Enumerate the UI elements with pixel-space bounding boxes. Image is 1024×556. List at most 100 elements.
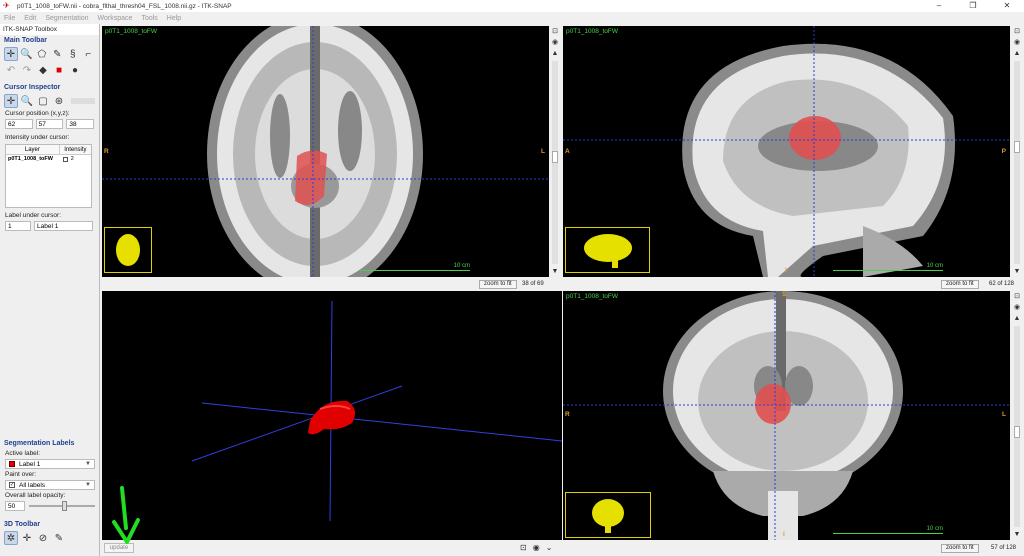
expand-icon[interactable] <box>62 157 68 162</box>
segmentation-labels-section: Segmentation Labels Active label: Label … <box>0 438 100 546</box>
maximize-button[interactable]: ❐ <box>956 0 990 12</box>
paint-over-value: All labels <box>19 481 46 489</box>
polygon-tool-icon[interactable]: ⬠ <box>35 47 48 61</box>
sagittal-thumbnail[interactable] <box>565 227 650 273</box>
opacity-input[interactable]: 50 <box>5 501 25 511</box>
toolbox-title: ITK-SNAP Toolbox <box>0 24 99 35</box>
intensity-label: Intensity under cursor: <box>5 134 70 141</box>
inspector-slider[interactable] <box>71 98 95 104</box>
sagittal-side-controls: ⊡ ◉ ▲ ▼ <box>1011 26 1023 277</box>
sagittal-slice-scrollbar[interactable] <box>1014 61 1020 264</box>
cursor-x-field[interactable]: 62 <box>5 119 33 129</box>
cursor-position-fields: 62 57 38 <box>0 118 99 130</box>
opacity-slider-knob[interactable] <box>62 501 67 511</box>
label-name-field[interactable]: Label 1 <box>34 221 93 231</box>
menu-help[interactable]: Help <box>167 15 181 22</box>
axial-chevron-down-icon[interactable]: ▼ <box>552 266 559 277</box>
active-label-select[interactable]: Label 1 ▼ <box>5 459 95 469</box>
sagittal-chevron-down-icon[interactable]: ▼ <box>1014 266 1021 277</box>
coronal-orient-right: L <box>1002 411 1006 418</box>
3d-view[interactable] <box>102 291 562 540</box>
sagittal-layout-icon[interactable]: ⊡ <box>1014 26 1020 37</box>
sagittal-view[interactable]: p0T1_1008_toFW A P I 10 cm <box>563 26 1010 277</box>
3d-view-controls: ⊡ ◉ ⌄ <box>520 543 552 552</box>
crosshair-3d-icon[interactable]: ✛ <box>20 531 34 545</box>
coronal-chevron-up-icon[interactable]: ▲ <box>1014 313 1021 324</box>
coronal-layout-icon[interactable]: ⊡ <box>1014 291 1020 302</box>
zoom-tool-icon[interactable]: 🔍 <box>20 47 33 61</box>
minimize-button[interactable]: – <box>922 0 956 12</box>
layers-icon[interactable]: ◆ <box>36 63 50 77</box>
cursor-y-field[interactable]: 57 <box>35 119 64 129</box>
redo-icon[interactable]: ↷ <box>20 63 34 77</box>
3d-layout-icon[interactable]: ⊡ <box>520 543 527 552</box>
sagittal-layer-name: p0T1_1008_toFW <box>566 28 619 35</box>
menu-tools[interactable]: Tools <box>141 15 157 22</box>
axial-scroll-thumb[interactable] <box>552 151 558 163</box>
paintbrush-tool-icon[interactable]: ✎ <box>51 47 64 61</box>
spray-icon[interactable]: ✎ <box>52 531 66 545</box>
3d-render <box>191 300 562 522</box>
annotation-tool-icon[interactable]: ⌐ <box>82 47 95 61</box>
cursor-z-field[interactable]: 38 <box>66 119 95 129</box>
coronal-thumbnail[interactable] <box>565 492 651 538</box>
title-bar: ✈ p0T1_1008_toFW.nii - cobra_flthal_thre… <box>0 0 1024 12</box>
menu-file[interactable]: File <box>4 15 15 22</box>
axial-camera-icon[interactable]: ◉ <box>552 37 558 48</box>
3d-chevron-down-icon[interactable]: ⌄ <box>546 543 553 552</box>
coronal-camera-icon[interactable]: ◉ <box>1014 302 1020 313</box>
axial-scale-line <box>360 270 470 271</box>
3d-camera-icon[interactable]: ◉ <box>533 543 540 552</box>
sagittal-chevron-up-icon[interactable]: ▲ <box>1014 48 1021 59</box>
snake-tool-icon[interactable]: § <box>66 47 79 61</box>
label-color-swatch <box>9 461 15 467</box>
axial-view[interactable]: p0T1_1008_toFW R L 10 cm <box>102 26 549 277</box>
label-color-icon[interactable]: ■ <box>52 63 66 77</box>
axial-thumbnail-image <box>116 234 140 266</box>
menu-bar: File Edit Segmentation Workspace Tools H… <box>0 12 1024 24</box>
intensity-value: 2 <box>70 156 74 162</box>
sync-icon[interactable]: ⊛ <box>52 94 66 108</box>
axial-slice-scrollbar[interactable] <box>552 61 558 264</box>
coronal-view[interactable]: p0T1_1008_toFW R L S I 10 cm <box>563 291 1010 540</box>
axial-layout-icon[interactable]: ⊡ <box>552 26 558 37</box>
table-row[interactable]: p0T1_1008_toFW 2 <box>6 155 91 164</box>
menu-segmentation[interactable]: Segmentation <box>45 15 88 22</box>
intensity-table-header: Layer Intensity <box>6 145 91 155</box>
opacity-slider[interactable] <box>29 501 95 511</box>
coronal-slice-scrollbar[interactable] <box>1014 326 1020 527</box>
zoom-mode-icon[interactable]: 🔍 <box>20 94 34 108</box>
opacity-control: 50 <box>0 500 100 512</box>
close-button[interactable]: ✕ <box>990 0 1024 12</box>
crosshair-mode-icon[interactable]: ✛ <box>4 94 18 108</box>
coronal-orient-left: R <box>565 411 570 418</box>
menu-edit[interactable]: Edit <box>24 15 36 22</box>
menu-workspace[interactable]: Workspace <box>98 15 133 22</box>
scalpel-icon[interactable]: ⊘ <box>36 531 50 545</box>
sagittal-zoom-to-fit-button[interactable]: zoom to fit <box>941 280 979 289</box>
undo-icon[interactable]: ↶ <box>4 63 18 77</box>
coronal-zoom-to-fit-button[interactable]: zoom to fit <box>941 544 979 553</box>
rotate-3d-icon[interactable]: ✲ <box>4 531 18 545</box>
window-title: p0T1_1008_toFW.nii - cobra_flthal_thresh… <box>17 2 232 10</box>
coronal-chevron-down-icon[interactable]: ▼ <box>1014 529 1021 540</box>
crosshair-tool-icon[interactable]: ✛ <box>4 47 18 61</box>
paint-over-select[interactable]: ✓ All labels ▼ <box>5 480 95 490</box>
sagittal-scale-bar: 10 cm <box>833 263 943 271</box>
axial-zoom-to-fit-button[interactable]: zoom to fit <box>479 280 517 289</box>
coronal-scroll-thumb[interactable] <box>1014 426 1020 438</box>
sagittal-camera-icon[interactable]: ◉ <box>1014 37 1020 48</box>
display-layout-icon[interactable]: ▢ <box>36 94 50 108</box>
inspector-toolbar: ✛ 🔍 ▢ ⊛ <box>0 93 99 109</box>
sagittal-scroll-thumb[interactable] <box>1014 141 1020 153</box>
axial-layer-name: p0T1_1008_toFW <box>105 28 158 35</box>
sagittal-orient-left: A <box>565 148 570 155</box>
coronal-side-controls: ⊡ ◉ ▲ ▼ <box>1011 291 1023 540</box>
label-id-field[interactable]: 1 <box>5 221 31 231</box>
axial-side-controls: ⊡ ◉ ▲ ▼ <box>549 26 561 277</box>
axial-chevron-up-icon[interactable]: ▲ <box>552 48 559 59</box>
palette-icon[interactable]: ● <box>68 63 82 77</box>
axial-orient-left: R <box>104 148 109 155</box>
active-label-value: Label 1 <box>19 460 41 468</box>
axial-thumbnail[interactable] <box>104 227 152 273</box>
